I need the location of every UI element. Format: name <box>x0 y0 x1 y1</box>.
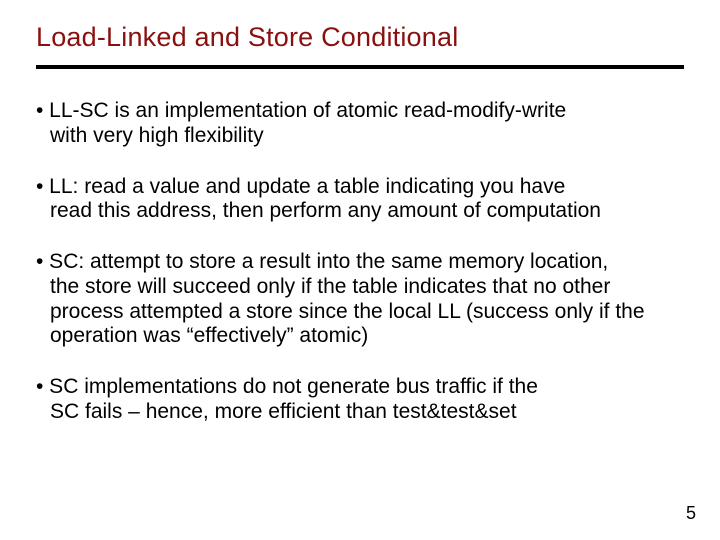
bullet-cont: the store will succeed only if the table… <box>36 275 684 349</box>
bullet-text: • LL-SC is an implementation of atomic r… <box>36 99 566 122</box>
bullet-cont: with very high flexibility <box>36 124 684 149</box>
bullet-item: • LL-SC is an implementation of atomic r… <box>36 99 684 149</box>
bullet-text: • SC: attempt to store a result into the… <box>36 250 608 273</box>
bullet-text: • SC implementations do not generate bus… <box>36 375 538 398</box>
bullet-cont: read this address, then perform any amou… <box>36 199 684 224</box>
page-number: 5 <box>686 503 696 524</box>
bullet-item: • SC implementations do not generate bus… <box>36 375 684 425</box>
bullet-text: • LL: read a value and update a table in… <box>36 175 565 198</box>
slide-title: Load-Linked and Store Conditional <box>0 0 720 53</box>
bullet-item: • SC: attempt to store a result into the… <box>36 250 684 349</box>
bullet-cont: SC fails – hence, more efficient than te… <box>36 400 684 425</box>
slide-body: • LL-SC is an implementation of atomic r… <box>0 69 720 425</box>
slide: Load-Linked and Store Conditional • LL-S… <box>0 0 720 540</box>
bullet-item: • LL: read a value and update a table in… <box>36 175 684 225</box>
